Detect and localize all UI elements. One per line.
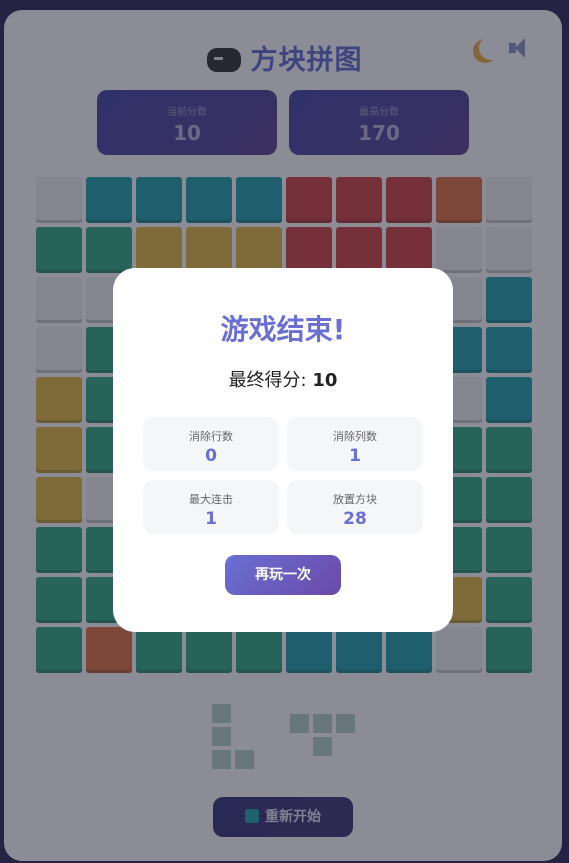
- stat-label: 消除列数: [333, 430, 377, 443]
- stat-cleared-columns: 消除列数 1: [287, 417, 423, 471]
- stat-value: 1: [205, 509, 217, 529]
- dialog-title: 游戏结束!: [220, 313, 346, 346]
- stat-cleared-rows: 消除行数 0: [143, 417, 279, 471]
- stat-label: 消除行数: [189, 430, 233, 443]
- final-score-label: 最终得分:: [228, 370, 313, 391]
- play-again-button[interactable]: 再玩一次: [225, 555, 341, 595]
- stat-label: 放置方块: [333, 493, 377, 506]
- stat-max-combo: 最大连击 1: [143, 480, 279, 534]
- stat-placed-blocks: 放置方块 28: [287, 480, 423, 534]
- stat-label: 最大连击: [189, 493, 233, 506]
- final-score-value: 10: [312, 370, 338, 391]
- stat-value: 0: [205, 446, 217, 466]
- stat-value: 28: [343, 509, 367, 529]
- stat-value: 1: [349, 446, 361, 466]
- game-over-dialog: 游戏结束! 最终得分: 10 消除行数 0 消除列数 1 最大连击 1 放置方块…: [113, 268, 453, 632]
- final-score: 最终得分: 10: [113, 366, 453, 392]
